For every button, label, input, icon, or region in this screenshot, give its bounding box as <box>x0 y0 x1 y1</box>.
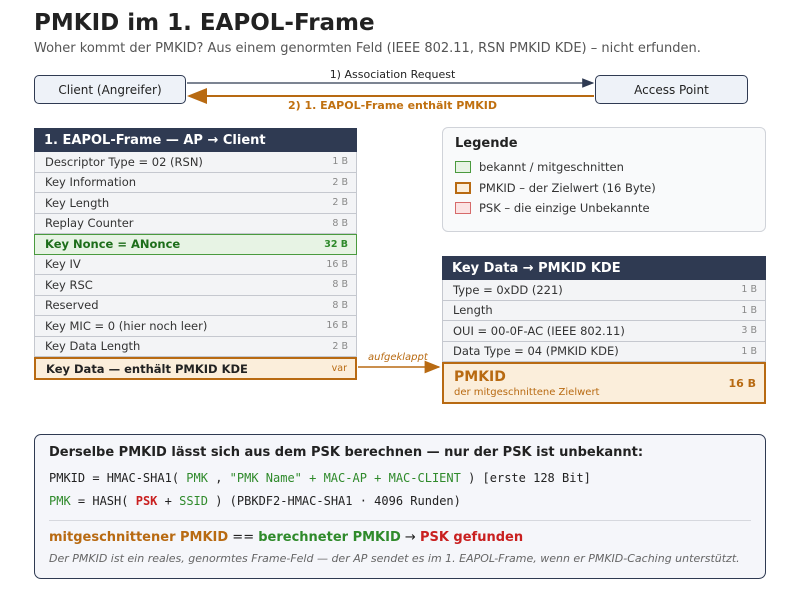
eapol-row: Key RSC 8 B <box>34 275 357 296</box>
pmkid-subtitle: der mitgeschnittene Zielwert <box>454 386 600 398</box>
pmkid-formula: PMKID = HMAC-SHA1( PMK , "PMK Name" + MA… <box>49 471 591 485</box>
kde-row: OUI = 00-0F-AC (IEEE 802.11) 3 B <box>442 321 766 342</box>
eapol-frame-table: 1. EAPOL-Frame — AP → Client Descriptor … <box>34 128 357 380</box>
eapol-row-key-data: Key Data — enthält PMKID KDE var <box>34 357 357 380</box>
client-node: Client (Angreifer) <box>34 75 186 104</box>
eapol-row: Replay Counter 8 B <box>34 213 357 234</box>
pmkid-kde-table: Key Data → PMKID KDE Type = 0xDD (221) 1 … <box>442 256 766 404</box>
pmk-formula: PMK = HASH( PSK + SSID ) (PBKDF2-HMAC-SH… <box>49 494 461 508</box>
psk-swatch <box>455 202 471 215</box>
calculation-panel: Derselbe PMKID lässt sich aus dem PSK be… <box>34 434 766 579</box>
eapol-row: Key Data Length 2 B <box>34 336 357 357</box>
kde-row: Length 1 B <box>442 300 766 321</box>
eapol-row-key-nonce: Key Nonce = ANonce 32 B <box>34 234 357 255</box>
eapol-row: Key Information 2 B <box>34 172 357 193</box>
legend-item-pmkid: PMKID – der Zielwert (16 Byte) <box>455 178 753 199</box>
page-subtitle: Woher kommt der PMKID? Aus einem genormt… <box>34 41 701 56</box>
eapol-row: Key Length 2 B <box>34 193 357 214</box>
kde-row: Type = 0xDD (221) 1 B <box>442 280 766 301</box>
known-swatch <box>455 161 471 174</box>
divider <box>49 520 751 521</box>
pmkid-name: PMKID <box>454 368 506 385</box>
unfold-label: aufgeklappt <box>368 352 428 363</box>
page-title: PMKID im 1. EAPOL-Frame <box>34 10 375 36</box>
legend-item-psk: PSK – die einzige Unbekannte <box>455 198 753 219</box>
pmkid-kde-title: Key Data → PMKID KDE <box>442 256 766 280</box>
result-line: mitgeschnittener PMKID == berechneter PM… <box>49 530 524 545</box>
legend: Legende bekannt / mitgeschnitten PMKID –… <box>442 127 766 232</box>
footnote: Der PMKID ist ein reales, genormtes Fram… <box>49 552 740 565</box>
eapol-row: Key MIC = 0 (hier noch leer) 16 B <box>34 316 357 337</box>
eapol-response-label: 2) 1. EAPOL-Frame enthält PMKID <box>287 99 498 112</box>
legend-item-known: bekannt / mitgeschnitten <box>455 157 753 178</box>
pmkid-field: PMKID der mitgeschnittene Zielwert 16 B <box>442 362 766 404</box>
access-point-node: Access Point <box>595 75 748 104</box>
eapol-row: Key IV 16 B <box>34 254 357 275</box>
pmkid-swatch <box>455 181 471 194</box>
pmkid-size: 16 B <box>728 376 756 390</box>
legend-title: Legende <box>455 136 518 151</box>
calculation-title: Derselbe PMKID lässt sich aus dem PSK be… <box>49 445 644 460</box>
eapol-row: Descriptor Type = 02 (RSN) 1 B <box>34 152 357 173</box>
association-request-label: 1) Association Request <box>329 68 456 81</box>
kde-row: Data Type = 04 (PMKID KDE) 1 B <box>442 341 766 362</box>
eapol-frame-title: 1. EAPOL-Frame — AP → Client <box>34 128 357 152</box>
eapol-row: Reserved 8 B <box>34 295 357 316</box>
